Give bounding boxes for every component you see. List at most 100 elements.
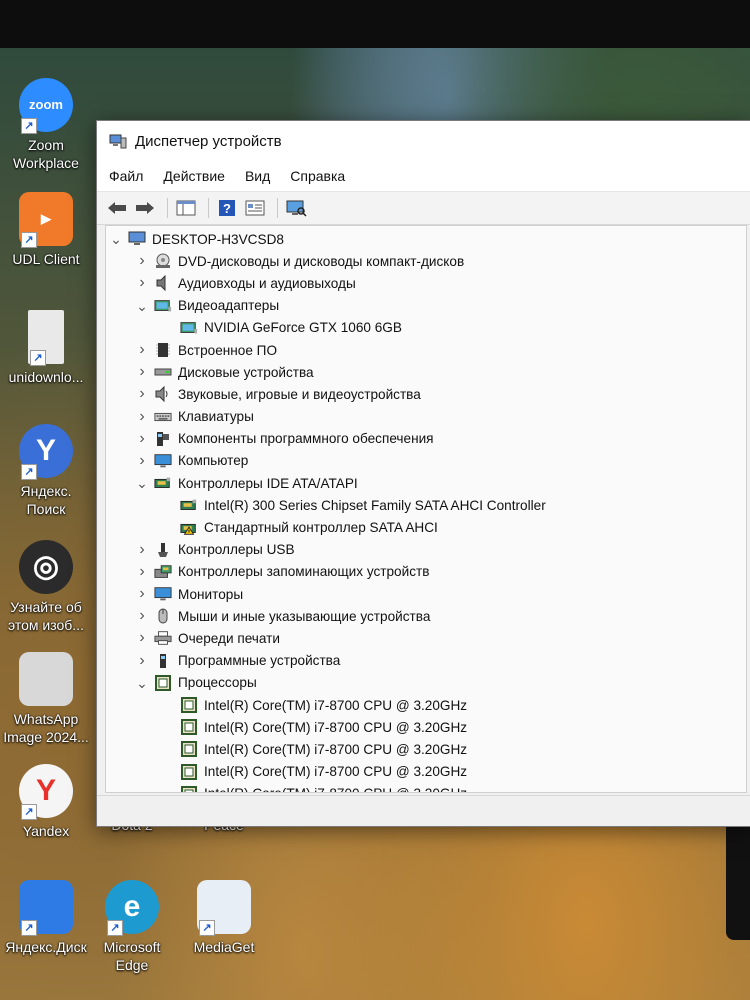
chevron-right-icon[interactable]: › xyxy=(134,341,150,358)
tree-device-node[interactable]: Intel(R) Core(TM) i7-8700 CPU @ 3.20GHz xyxy=(106,783,746,792)
tree-node-label: Контроллеры запоминающих устройств xyxy=(178,564,430,580)
tree-category-node[interactable]: ⌄ Процессоры xyxy=(106,672,746,694)
tree-category-node[interactable]: › Очереди печати xyxy=(106,627,746,649)
chevron-right-icon[interactable]: › xyxy=(134,585,150,602)
desktop-shortcut[interactable]: Y ↗ Yandex xyxy=(0,764,92,840)
chevron-right-icon[interactable]: › xyxy=(134,385,150,402)
tree-node-label: Мыши и иные указывающие устройства xyxy=(178,608,431,624)
chevron-right-icon[interactable]: › xyxy=(134,430,150,447)
processor-icon xyxy=(180,719,198,736)
help-button[interactable]: ? xyxy=(215,197,239,219)
tree-device-node[interactable]: Стандартный контроллер SATA AHCI xyxy=(106,516,746,538)
chevron-right-icon[interactable]: › xyxy=(134,629,150,646)
tree-device-node[interactable]: Intel(R) 300 Series Chipset Family SATA … xyxy=(106,494,746,516)
status-bar xyxy=(97,795,750,826)
device-tree[interactable]: ⌄ DESKTOP-H3VCSD8 › DVD-дисководы и дисково… xyxy=(105,225,747,793)
chevron-right-icon[interactable]: › xyxy=(134,452,150,469)
tree-category-node[interactable]: › Мониторы xyxy=(106,583,746,605)
tree-root-node[interactable]: ⌄ DESKTOP-H3VCSD8 xyxy=(106,228,746,250)
tree-device-node[interactable]: NVIDIA GeForce GTX 1060 6GB xyxy=(106,317,746,339)
chevron-down-icon[interactable]: ⌄ xyxy=(134,675,150,691)
menu-file[interactable]: Файл xyxy=(109,168,143,184)
tree-node-label: Очереди печати xyxy=(178,630,280,646)
chevron-right-icon[interactable]: › xyxy=(134,652,150,669)
tree-category-node[interactable]: › Программные устройства xyxy=(106,650,746,672)
console-tree-icon xyxy=(176,200,196,216)
desktop-shortcut[interactable]: zoom ↗ Zoom Workplace xyxy=(0,78,92,172)
properties-button[interactable] xyxy=(243,197,267,219)
tree-category-node[interactable]: › Компоненты программного обеспечения xyxy=(106,428,746,450)
scan-hardware-button[interactable] xyxy=(284,197,308,219)
tree-node-label: Компьютер xyxy=(178,453,249,469)
monitor-computer-icon xyxy=(154,453,172,469)
yandex-search-icon: Y ↗ xyxy=(19,424,73,480)
tree-category-node[interactable]: › Компьютер xyxy=(106,450,746,472)
tree-node-label: Intel(R) Core(TM) i7-8700 CPU @ 3.20GHz xyxy=(204,719,468,735)
tree-category-node[interactable]: › Звуковые, игровые и видеоустройства xyxy=(106,383,746,405)
tree-node-label: Intel(R) Core(TM) i7-8700 CPU @ 3.20GHz xyxy=(204,786,467,792)
scan-hardware-icon xyxy=(286,200,307,217)
chevron-right-icon[interactable]: › xyxy=(134,252,150,269)
yandex-disk-icon: ↗ xyxy=(19,880,73,936)
chevron-right-icon[interactable]: › xyxy=(134,563,150,580)
desktop-shortcut-label: MediaGet xyxy=(193,939,255,955)
tree-category-node[interactable]: › Контроллеры USB xyxy=(106,539,746,561)
tree-category-node[interactable]: › Мыши и иные указывающие устройства xyxy=(106,605,746,627)
show-hide-console-tree-button[interactable] xyxy=(174,197,198,219)
desktop-shortcut[interactable]: ↗ MediaGet xyxy=(178,880,270,956)
desktop-shortcut-label: UDL Client xyxy=(12,251,80,267)
title-bar[interactable]: Диспетчер устройств xyxy=(97,121,750,161)
file-icon: ↗ xyxy=(28,310,64,366)
tree-device-node[interactable]: Intel(R) Core(TM) i7-8700 CPU @ 3.20GHz xyxy=(106,694,746,716)
chevron-right-icon[interactable]: › xyxy=(134,363,150,380)
tree-category-node[interactable]: › Клавиатуры xyxy=(106,406,746,428)
back-button[interactable] xyxy=(105,197,129,219)
chevron-right-icon[interactable]: › xyxy=(134,274,150,291)
device-manager-window: Диспетчер устройств Файл Действие Вид Сп… xyxy=(96,120,750,827)
tree-node-label: Intel(R) Core(TM) i7-8700 CPU @ 3.20GHz xyxy=(204,764,468,780)
menu-view[interactable]: Вид xyxy=(245,168,270,184)
tree-node-label: Аудиовходы и аудиовыходы xyxy=(178,275,356,291)
chevron-right-icon[interactable]: › xyxy=(134,408,150,425)
tree-category-node[interactable]: › Контроллеры запоминающих устройств xyxy=(106,561,746,583)
tree-device-node[interactable]: Intel(R) Core(TM) i7-8700 CPU @ 3.20GHz xyxy=(106,738,746,760)
keyboard-icon xyxy=(154,409,172,425)
menu-help[interactable]: Справка xyxy=(290,168,345,184)
tree-category-node[interactable]: ⌄ Контроллеры IDE ATA/ATAPI xyxy=(106,472,746,494)
shortcut-arrow-icon: ↗ xyxy=(21,464,37,480)
shortcut-arrow-icon: ↗ xyxy=(21,118,37,134)
desktop-shortcut[interactable]: ↗ unidownlo... xyxy=(0,310,92,386)
tree-node-label: Контроллеры IDE ATA/ATAPI xyxy=(178,475,358,491)
menu-action[interactable]: Действие xyxy=(163,168,225,184)
forward-button[interactable] xyxy=(133,197,157,219)
desktop-shortcut[interactable]: e ↗ Microsoft Edge xyxy=(86,880,178,974)
tree-category-node[interactable]: › DVD-дисководы и дисководы компакт-диско… xyxy=(106,250,746,272)
tree-device-node[interactable]: Intel(R) Core(TM) i7-8700 CPU @ 3.20GHz xyxy=(106,716,746,738)
toolbar-separator xyxy=(208,198,209,218)
tree-node-label: Стандартный контроллер SATA AHCI xyxy=(204,520,438,536)
dvd-drive-icon xyxy=(154,253,172,269)
tree-category-node[interactable]: › Встроенное ПО xyxy=(106,339,746,361)
tree-node-label: Intel(R) 300 Series Chipset Family SATA … xyxy=(204,497,546,513)
desktop-shortcut[interactable]: ◎ Узнайте об этом изоб... xyxy=(0,540,92,634)
desktop-shortcut[interactable]: ↗ Яндекс.Диск xyxy=(0,880,92,956)
svg-text:?: ? xyxy=(223,201,231,216)
desktop-shortcut[interactable]: WhatsApp Image 2024... xyxy=(0,652,92,746)
desktop-shortcut[interactable]: Y ↗ Яндекс. Поиск xyxy=(0,424,92,518)
chevron-down-icon[interactable]: ⌄ xyxy=(134,475,150,491)
tree-category-node[interactable]: ⌄ Видеоадаптеры xyxy=(106,295,746,317)
tree-category-node[interactable]: › Аудиовходы и аудиовыходы xyxy=(106,272,746,294)
tree-node-label: Клавиатуры xyxy=(178,409,254,425)
tree-category-node[interactable]: › Дисковые устройства xyxy=(106,361,746,383)
chevron-down-icon[interactable]: ⌄ xyxy=(108,231,124,247)
arrow-right-icon xyxy=(136,202,154,214)
chevron-right-icon[interactable]: › xyxy=(134,541,150,558)
tree-device-node[interactable]: Intel(R) Core(TM) i7-8700 CPU @ 3.20GHz xyxy=(106,761,746,783)
toolbar: ? xyxy=(97,192,750,225)
ide-controller-icon xyxy=(180,497,198,513)
desktop-shortcut[interactable]: ▶ ↗ UDL Client xyxy=(0,192,92,268)
software-device-icon xyxy=(154,653,172,669)
processor-icon xyxy=(180,785,198,792)
chevron-down-icon[interactable]: ⌄ xyxy=(134,298,150,314)
chevron-right-icon[interactable]: › xyxy=(134,607,150,624)
